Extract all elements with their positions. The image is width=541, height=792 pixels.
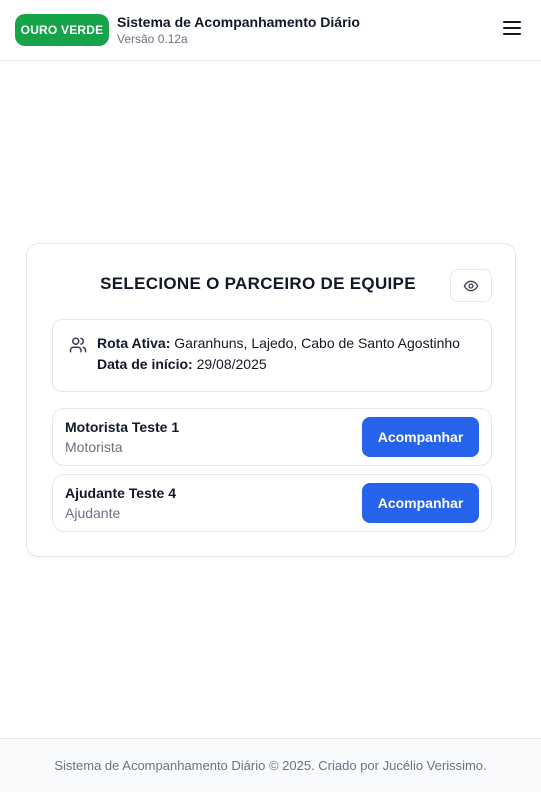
partner-selection-card: SELECIONE O PARCEIRO DE EQUIPE Rota Ativ… <box>26 243 516 557</box>
partner-item: Motorista Teste 1 Motorista Acompanhar <box>52 408 492 466</box>
route-label: Rota Ativa: <box>97 335 171 351</box>
hamburger-menu-icon[interactable] <box>503 19 521 37</box>
eye-icon <box>463 280 479 291</box>
partner-role: Ajudante <box>65 505 121 521</box>
app-version: Versão 0.12a <box>117 32 188 46</box>
app-header: OURO VERDE Sistema de Acompanhamento Diá… <box>0 0 541 61</box>
partner-role: Motorista <box>65 439 123 455</box>
menu-line <box>503 33 521 35</box>
footer-text: Sistema de Acompanhamento Diário © 2025.… <box>54 758 487 773</box>
partner-item: Ajudante Teste 4 Ajudante Acompanhar <box>52 474 492 532</box>
partner-name: Ajudante Teste 4 <box>65 485 176 501</box>
route-value: Garanhuns, Lajedo, Cabo de Santo Agostin… <box>174 335 460 351</box>
start-date-label: Data de início: <box>97 356 193 372</box>
follow-partner-button[interactable]: Acompanhar <box>362 483 479 523</box>
brand-text: Sistema de Acompanhamento Diário Versão … <box>117 13 360 47</box>
app-footer: Sistema de Acompanhamento Diário © 2025.… <box>0 738 541 792</box>
menu-line <box>503 27 521 29</box>
brand-badge: OURO VERDE <box>15 14 109 46</box>
app-title: Sistema de Acompanhamento Diário <box>117 14 360 30</box>
toggle-visibility-button[interactable] <box>450 269 492 302</box>
users-icon <box>69 337 87 353</box>
active-route-line: Rota Ativa: Garanhuns, Lajedo, Cabo de S… <box>97 335 460 351</box>
partner-name: Motorista Teste 1 <box>65 419 180 435</box>
start-date-line: Data de início: 29/08/2025 <box>97 356 267 372</box>
menu-line <box>503 21 521 23</box>
start-date-value: 29/08/2025 <box>196 356 267 372</box>
active-route-info: Rota Ativa: Garanhuns, Lajedo, Cabo de S… <box>52 319 492 392</box>
follow-partner-button[interactable]: Acompanhar <box>362 417 479 457</box>
card-title: SELECIONE O PARCEIRO DE EQUIPE <box>100 274 416 293</box>
